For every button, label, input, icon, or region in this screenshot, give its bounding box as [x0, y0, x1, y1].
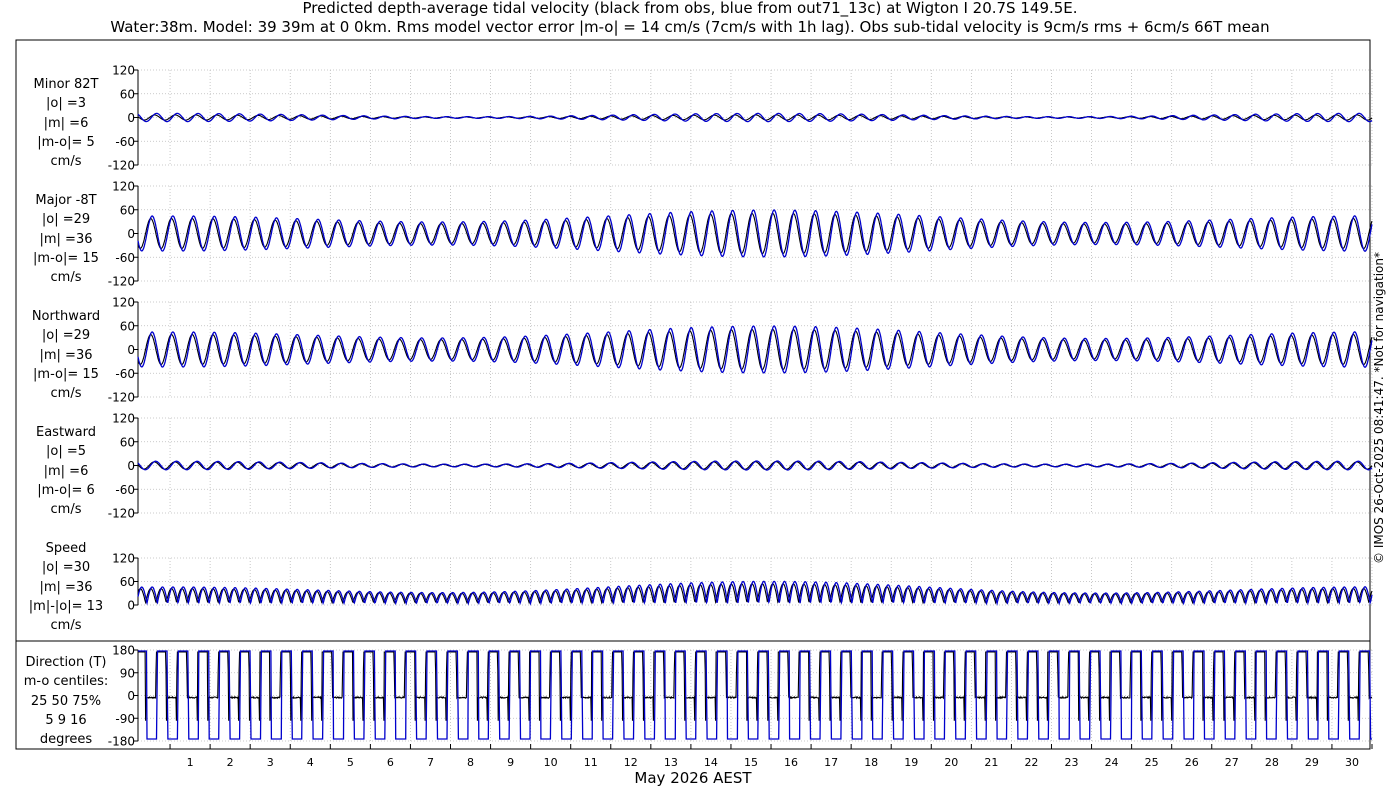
- x-tick-label: 23: [1065, 756, 1079, 769]
- x-tick-label: 5: [347, 756, 354, 769]
- x-tick-label: 4: [307, 756, 314, 769]
- y-tick-label: -120: [108, 391, 135, 405]
- x-tick-label: 20: [944, 756, 958, 769]
- model-series-line: [137, 325, 1373, 374]
- x-tick-label: 11: [584, 756, 598, 769]
- y-tick-label: -90: [115, 712, 135, 726]
- y-tick-label: 90: [120, 666, 135, 680]
- x-tick-label: 12: [624, 756, 638, 769]
- x-axis: 1 2 3 4 5 6 7 8 9 10 11 12 13 14 15 16 17 18 19 20 21 22 23 24 2…: [169, 744, 1373, 769]
- y-tick-label: 120: [112, 64, 135, 78]
- model-series-line: [137, 460, 1373, 471]
- y-tick-label: -120: [108, 159, 135, 173]
- y-tick-label: -60: [115, 251, 135, 265]
- x-tick-label: 29: [1305, 756, 1319, 769]
- model-series-line: [137, 112, 1373, 123]
- panel-minor: 120 60 0 -60 -120: [108, 64, 1373, 173]
- y-tick-label: 120: [112, 552, 135, 566]
- x-tick-label: 15: [744, 756, 758, 769]
- y-tick-label: 0: [127, 111, 135, 125]
- tidal-velocity-figure: 1 2 3 4 5 6 7 8 9 10 11 12 13 14 15 16 17 18 19 20 21 22 23 24 2…: [15, 39, 1373, 787]
- panel-northward: 120 60 0 -60 -120: [108, 296, 1373, 405]
- y-tick-label: -60: [115, 483, 135, 497]
- x-tick-label: 10: [544, 756, 558, 769]
- y-tick-label: 180: [112, 644, 135, 658]
- y-tick-label: 120: [112, 412, 135, 426]
- y-tick-label: 0: [127, 227, 135, 241]
- y-tick-label: -120: [108, 275, 135, 289]
- y-tick-label: 0: [127, 689, 135, 703]
- y-tick-label: 120: [112, 180, 135, 194]
- x-tick-label: 17: [824, 756, 838, 769]
- y-tick-label: 0: [127, 459, 135, 473]
- panel-speed: 120 60 0: [112, 552, 1373, 613]
- x-tick-label: 22: [1024, 756, 1038, 769]
- x-tick-label: 2: [227, 756, 234, 769]
- x-tick-label: 26: [1185, 756, 1199, 769]
- x-tick-label: 9: [507, 756, 514, 769]
- x-tick-label: 30: [1345, 756, 1359, 769]
- x-tick-label: 28: [1265, 756, 1279, 769]
- panel-eastward: 120 60 0 -60 -120: [108, 412, 1373, 521]
- x-tick-label: 8: [467, 756, 474, 769]
- panel-direction: 180 90 0 -90 -180: [108, 644, 1373, 749]
- y-tick-label: 60: [120, 87, 135, 101]
- y-tick-label: 60: [120, 319, 135, 333]
- x-tick-label: 27: [1225, 756, 1239, 769]
- y-tick-label: -120: [108, 507, 135, 521]
- x-tick-label: 13: [664, 756, 678, 769]
- x-tick-label: 7: [427, 756, 434, 769]
- y-tick-label: -60: [115, 367, 135, 381]
- x-tick-label: 1: [187, 756, 194, 769]
- x-tick-label: 3: [267, 756, 274, 769]
- model-series-line: [138, 650, 1372, 740]
- y-tick-label: 60: [120, 203, 135, 217]
- y-tick-label: 120: [112, 296, 135, 310]
- y-tick-label: -180: [108, 735, 135, 749]
- x-axis-label: May 2026 AEST: [634, 769, 752, 787]
- x-tick-label: 21: [984, 756, 998, 769]
- y-tick-label: 0: [127, 343, 135, 357]
- x-tick-label: 24: [1105, 756, 1119, 769]
- x-tick-label: 6: [387, 756, 394, 769]
- x-tick-label: 19: [904, 756, 918, 769]
- x-tick-label: 16: [784, 756, 798, 769]
- y-tick-label: -60: [115, 135, 135, 149]
- y-tick-label: 0: [127, 599, 135, 613]
- panel-major: 120 60 0 -60 -120: [108, 180, 1373, 289]
- model-series-line: [137, 209, 1373, 258]
- y-tick-label: 60: [120, 435, 135, 449]
- x-tick-label: 18: [864, 756, 878, 769]
- x-tick-label: 14: [704, 756, 718, 769]
- x-tick-label: 25: [1145, 756, 1159, 769]
- y-tick-label: 60: [120, 575, 135, 589]
